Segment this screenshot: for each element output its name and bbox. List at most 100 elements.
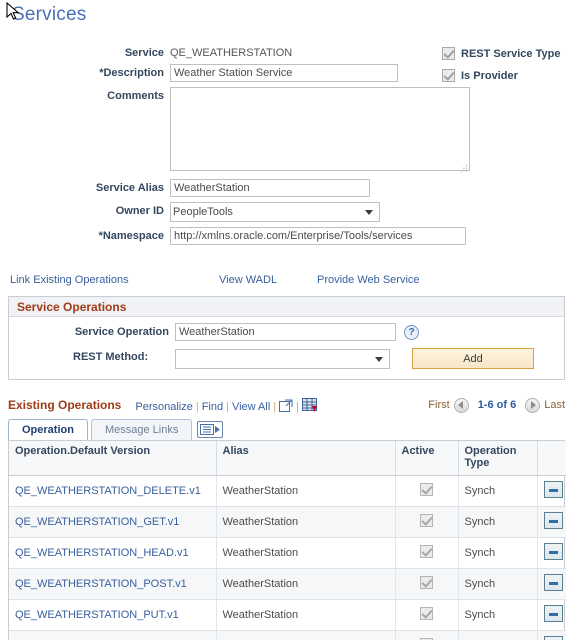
prev-page-icon[interactable]	[453, 397, 469, 413]
service-operations-group: Service Operations Service Operation ? R…	[8, 296, 565, 380]
cell-alias: WeatherStation	[216, 630, 396, 640]
cell-operation: QE_WEATHERSTATION_DELETE.v1	[9, 475, 217, 507]
rest-service-type-label: REST Service Type	[461, 47, 561, 60]
cell-actions	[537, 506, 566, 538]
help-icon[interactable]: ?	[404, 324, 420, 340]
service-operation-input[interactable]	[175, 323, 396, 341]
description-input[interactable]	[170, 64, 398, 82]
operation-link[interactable]: QE_WEATHERSTATION_GET.v1	[15, 516, 179, 528]
description-row: *Description	[0, 64, 470, 82]
existing-operations-toolbar: Existing Operations Personalize | Find | Vie…	[8, 394, 565, 416]
service-alias-input[interactable]	[170, 179, 370, 197]
is-provider-label: Is Provider	[461, 69, 518, 82]
namespace-input[interactable]	[170, 227, 466, 245]
comments-row: Comments	[0, 87, 470, 174]
owner-id-select[interactable]: PeopleTools	[170, 202, 380, 222]
service-alias-label: Service Alias	[95, 182, 164, 194]
cell-operation: QE_WEATHERSTATION_HEAD.v1	[9, 537, 217, 569]
comments-textarea[interactable]	[170, 87, 470, 171]
next-page-icon[interactable]	[525, 397, 541, 413]
cell-active	[395, 630, 459, 640]
last-label[interactable]: Last	[544, 399, 565, 411]
expand-columns-glyph	[200, 424, 221, 435]
column-header-active[interactable]: Active	[395, 441, 459, 476]
service-value: QE_WEATHERSTATION	[170, 47, 293, 59]
cell-actions	[537, 475, 566, 507]
delete-row-icon[interactable]	[543, 604, 563, 622]
cell-operation-type: Synch	[458, 506, 538, 538]
services-page: Services Service QE_WEATHERSTATION *Desc…	[0, 0, 573, 640]
column-header-operation-type[interactable]: Operation Type	[458, 441, 538, 476]
download-to-spreadsheet-icon[interactable]	[302, 397, 318, 413]
new-window-icon[interactable]	[279, 399, 293, 412]
find-link[interactable]: Find	[202, 401, 223, 413]
view-wadl-link[interactable]: View WADL	[219, 274, 277, 286]
separator: |	[296, 400, 300, 413]
cell-actions	[537, 599, 566, 631]
operation-link[interactable]: QE_WEATHERSTATION_HEAD.v1	[15, 547, 189, 559]
description-label: *Description	[99, 67, 164, 79]
service-row: Service QE_WEATHERSTATION	[0, 44, 470, 59]
table-row: QE_WEATHERSTATION_HEAD.v1 WeatherStation…	[9, 537, 566, 569]
cell-operation: QE_WEATHERSTATION_GET.v1	[9, 506, 217, 538]
service-flags: REST Service Type Is Provider	[442, 47, 560, 91]
cell-active	[395, 506, 459, 538]
service-operations-header: Service Operations	[9, 297, 564, 317]
cell-alias: WeatherStation	[216, 568, 396, 600]
table-row: QE_WEATHERSTATION_GET.v1 WeatherStation …	[9, 506, 566, 538]
delete-row-icon[interactable]	[543, 542, 563, 560]
column-header-alias[interactable]: Alias	[216, 441, 396, 476]
column-header-operation[interactable]: Operation.Default Version	[9, 441, 217, 476]
cell-active	[395, 568, 459, 600]
rest-method-row: REST Method: Add	[9, 348, 564, 369]
delete-row-icon[interactable]	[543, 635, 563, 640]
table-body: QE_WEATHERSTATION_DELETE.v1 WeatherStati…	[9, 475, 566, 640]
pager: First 1-6 of 6 Last	[428, 397, 565, 413]
expand-columns-icon[interactable]	[197, 421, 224, 438]
delete-row-icon[interactable]	[543, 480, 563, 498]
service-operation-row: Service Operation ?	[9, 323, 564, 341]
table-row: QE_WEATHERSTATION_PUT.v1 WeatherStation …	[9, 599, 566, 631]
rest-service-type-row[interactable]: REST Service Type	[442, 47, 560, 60]
owner-id-row: Owner ID PeopleTools	[0, 202, 470, 222]
add-button[interactable]: Add	[412, 348, 534, 369]
personalize-link[interactable]: Personalize	[135, 401, 192, 413]
action-links: Link Existing Operations View WADL Provi…	[0, 272, 573, 294]
owner-id-label: Owner ID	[115, 205, 164, 217]
active-checkbox	[420, 482, 433, 496]
rest-method-select[interactable]	[175, 348, 390, 369]
cell-active	[395, 599, 459, 631]
table-row: QE_WEATHERSTATION_POST.v1 WeatherStation…	[9, 568, 566, 600]
existing-operations-table-wrap: Operation.Default Version Alias Active O…	[8, 440, 566, 640]
existing-operations-title: Existing Operations	[8, 398, 122, 412]
tab-operation[interactable]: Operation	[8, 419, 88, 440]
rest-service-type-checkbox	[442, 47, 455, 60]
first-label[interactable]: First	[428, 399, 449, 411]
link-existing-operations-link[interactable]: Link Existing Operations	[10, 274, 129, 286]
cell-alias: WeatherStation	[216, 475, 396, 507]
cell-operation-type: Synch	[458, 630, 538, 640]
view-all-link[interactable]: View All	[232, 401, 270, 413]
separator: |	[273, 400, 277, 413]
page-title: Services	[12, 4, 87, 25]
operation-link[interactable]: QE_WEATHERSTATION_POST.v1	[15, 578, 187, 590]
tab-operation-label: Operation	[22, 424, 74, 436]
active-checkbox	[420, 575, 433, 589]
cell-operation-type: Synch	[458, 475, 538, 507]
service-operations-title: Service Operations	[17, 299, 127, 314]
table-row: WEATHERSTATION_PATCH.v1 WeatherStation S…	[9, 630, 566, 640]
existing-operations-table: Operation.Default Version Alias Active O…	[9, 441, 566, 640]
cell-operation-type: Synch	[458, 537, 538, 569]
delete-row-icon[interactable]	[543, 573, 563, 591]
operation-link[interactable]: QE_WEATHERSTATION_PUT.v1	[15, 609, 179, 621]
provide-web-service-link[interactable]: Provide Web Service	[317, 274, 420, 286]
cell-operation: QE_WEATHERSTATION_PUT.v1	[9, 599, 217, 631]
comments-label: Comments	[107, 90, 164, 102]
cell-actions	[537, 537, 566, 569]
tab-message-links[interactable]: Message Links	[90, 419, 193, 440]
operation-link[interactable]: QE_WEATHERSTATION_DELETE.v1	[15, 485, 201, 497]
is-provider-row[interactable]: Is Provider	[442, 69, 560, 82]
delete-row-icon[interactable]	[543, 511, 563, 529]
cell-operation-type: Synch	[458, 568, 538, 600]
cell-alias: WeatherStation	[216, 537, 396, 569]
